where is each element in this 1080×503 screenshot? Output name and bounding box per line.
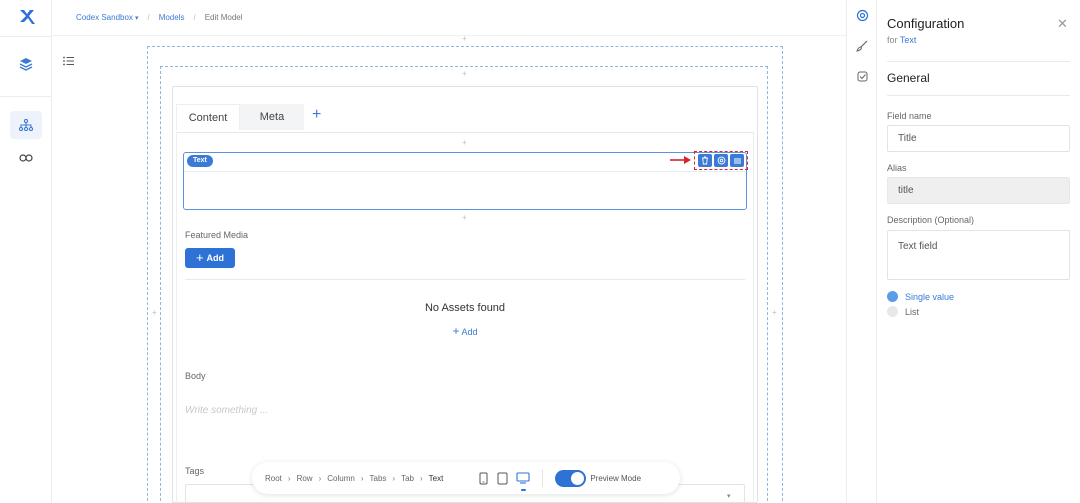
radio-label: List [905,306,920,317]
gear-icon[interactable] [854,7,870,23]
radio-selected-icon [887,291,898,302]
toolbar-divider [542,469,544,487]
chevron-right-icon: › [287,473,291,483]
text-field-block[interactable] [183,152,747,210]
radio-label: Single value [905,291,955,302]
chevron-down-icon[interactable]: ▾ [727,492,731,500]
layers-icon[interactable] [14,52,38,76]
insert-above-icon[interactable]: + [462,138,467,147]
add-asset-label: Add [461,327,478,337]
alias-input: title [887,177,1070,204]
tab-content[interactable]: Content [176,104,240,130]
right-rail [846,0,877,503]
plus-icon: + [452,324,460,338]
drag-button[interactable] [730,154,744,167]
add-tab-icon[interactable]: + [312,107,326,123]
drag-handle-icon [733,158,741,163]
mobile-view-icon[interactable] [479,472,488,485]
rail-divider [0,36,52,37]
breadcrumb-separator: / [193,13,196,22]
chevron-right-icon: › [318,473,322,483]
tab-bar: Content Meta [176,104,304,130]
add-asset-link[interactable]: + Add [440,324,490,338]
preview-mode-label: Preview Mode [590,473,642,483]
desktop-view-icon[interactable] [516,471,530,491]
tags-label: Tags [185,466,205,476]
panel-title: Configuration [887,16,965,31]
path-column[interactable]: Column [327,474,355,483]
close-icon[interactable]: ✕ [1057,16,1068,32]
chevron-right-icon: › [420,473,423,483]
list-icon [63,56,74,66]
path-root[interactable]: Root [265,474,282,483]
field-name-input[interactable]: Title [887,125,1070,152]
arrow-right-icon [670,154,692,168]
section-heading: General [887,71,930,85]
checkbox-icon[interactable] [854,68,870,84]
field-name-label: Field name [887,111,932,121]
insert-right-icon[interactable]: + [772,308,777,317]
insert-left-icon[interactable]: + [152,308,157,317]
body-editor[interactable]: Write something ... [185,405,268,416]
path-tabs[interactable]: Tabs [370,474,387,483]
tablet-view-icon[interactable] [497,472,508,485]
app-logo-icon[interactable] [18,8,36,26]
active-indicator [521,488,527,491]
no-assets-message: No Assets found [424,302,506,314]
insert-above-icon[interactable]: + [462,69,467,78]
body-label: Body [185,371,206,381]
breadcrumb-models[interactable]: Models [159,13,185,22]
configuration-panel: Configuration ✕ for Text General Field n… [877,0,1080,503]
toggle-knob [571,471,585,485]
link-icon[interactable] [14,146,38,170]
chevron-right-icon: › [392,473,396,483]
rail-divider [0,96,52,97]
field-toolbar [694,151,748,170]
field-divider [184,171,746,172]
radio-unselected-icon [887,306,898,317]
featured-media-label: Featured Media [185,230,249,240]
delete-button[interactable] [698,154,712,167]
insert-above-icon[interactable]: + [462,34,467,43]
radio-list[interactable]: List [887,306,919,317]
breadcrumb-workspace[interactable]: Codex Sandbox [76,13,133,22]
path-tab[interactable]: Tab [401,474,414,483]
trash-icon [702,156,708,165]
brush-icon[interactable] [854,38,870,54]
add-media-button[interactable]: + Add [185,248,235,268]
breadcrumb-separator: / [147,13,150,22]
preview-mode-toggle[interactable] [555,469,587,487]
plus-icon: + [195,250,204,265]
breadcrumb-current: Edit Model [204,13,243,22]
insert-below-icon[interactable]: + [462,213,467,222]
alias-label: Alias [887,163,907,173]
for-prefix: for [887,35,898,45]
chevron-down-icon[interactable]: ▾ [135,14,139,22]
field-type-chip: Text [187,155,213,167]
models-hierarchy-icon[interactable] [10,111,42,139]
structure-toolbar: Root › Row › Column › Tabs › Tab › Text … [252,462,680,494]
gear-icon [717,156,725,165]
breadcrumb: Codex Sandbox ▾ / Models / Edit Model [52,0,846,36]
divider [887,61,1070,62]
divider [887,95,1070,96]
description-label: Description (Optional) [887,215,975,225]
settings-button[interactable] [714,154,728,167]
panel-subtitle: for Text [887,35,916,45]
radio-single-value[interactable]: Single value [887,291,954,302]
chevron-right-icon: › [360,473,364,483]
tab-meta[interactable]: Meta [240,104,304,130]
description-textarea[interactable]: Text field [887,230,1070,280]
for-target-link[interactable]: Text [900,35,917,45]
outline-list-button[interactable] [58,50,80,72]
path-text[interactable]: Text [429,474,444,483]
path-row[interactable]: Row [297,474,313,483]
divider [185,279,745,280]
add-media-label: Add [206,253,225,263]
left-rail [0,0,52,503]
